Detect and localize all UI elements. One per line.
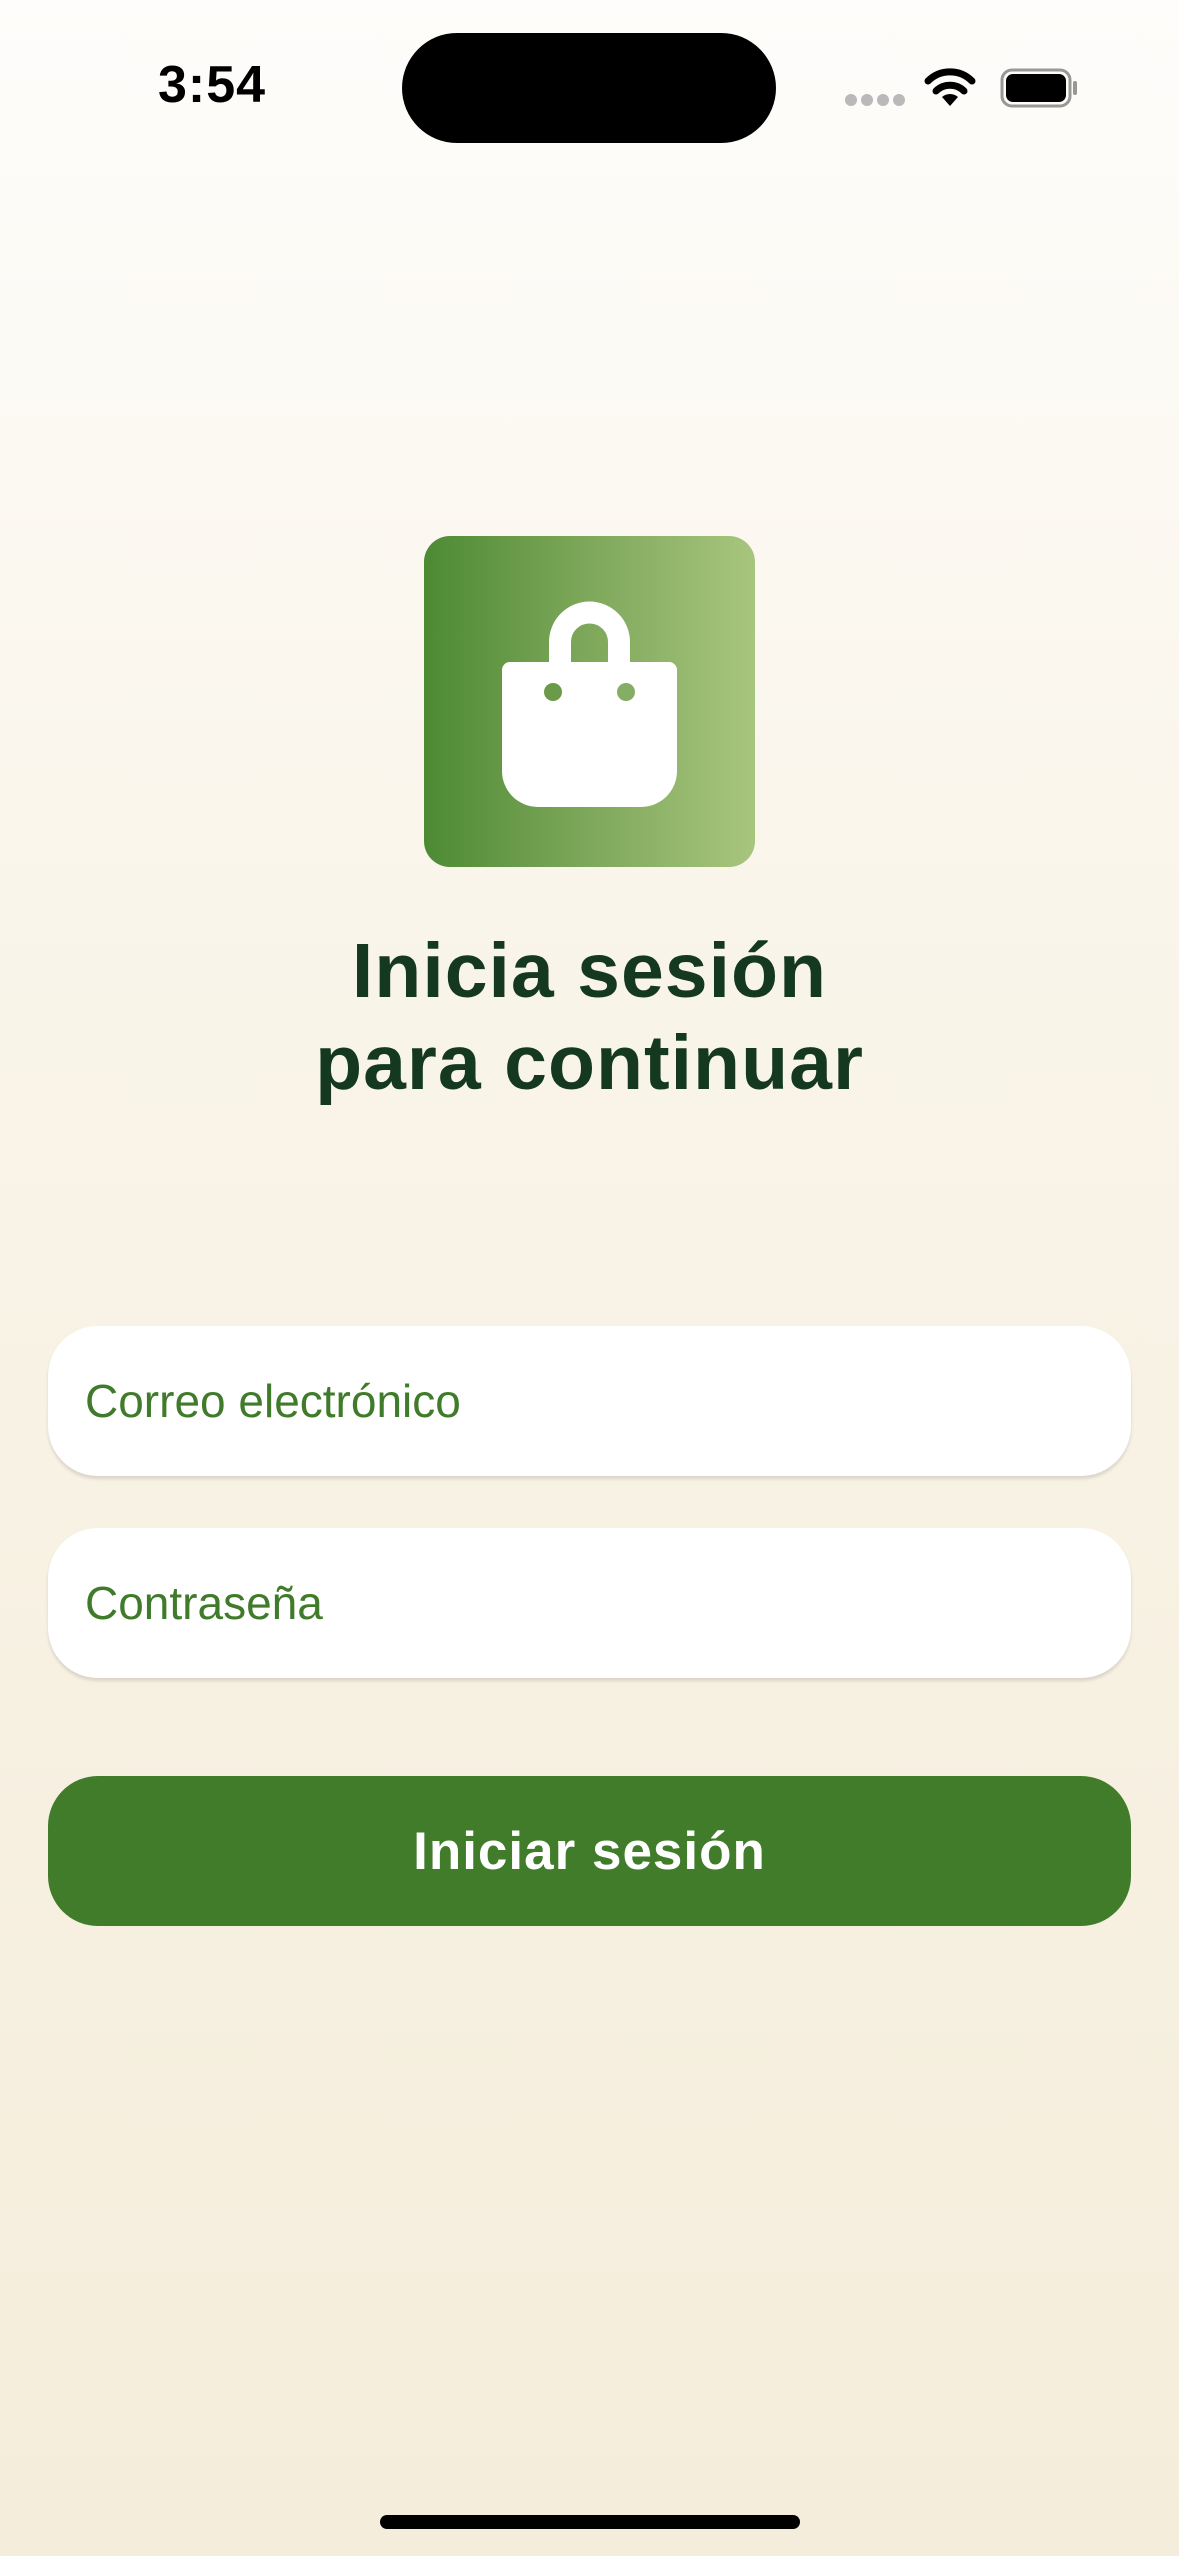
cellular-signal-icon xyxy=(845,94,905,108)
title-line-1: Inicia sesión xyxy=(351,928,828,1014)
shopping-bag-icon xyxy=(502,601,677,807)
title-line-2: para continuar xyxy=(315,1020,864,1106)
dynamic-island xyxy=(402,33,776,143)
email-input[interactable] xyxy=(85,1374,1131,1428)
status-time: 3:54 xyxy=(158,56,267,114)
login-button[interactable]: Iniciar sesión xyxy=(48,1776,1131,1926)
app-logo xyxy=(424,536,755,867)
wifi-icon xyxy=(924,68,976,106)
page-title: Inicia sesión para continuar xyxy=(0,925,1179,1109)
password-field[interactable] xyxy=(48,1528,1131,1678)
email-field[interactable] xyxy=(48,1326,1131,1476)
home-indicator[interactable] xyxy=(380,2515,800,2529)
password-input[interactable] xyxy=(85,1576,1131,1630)
battery-icon xyxy=(1000,68,1077,108)
